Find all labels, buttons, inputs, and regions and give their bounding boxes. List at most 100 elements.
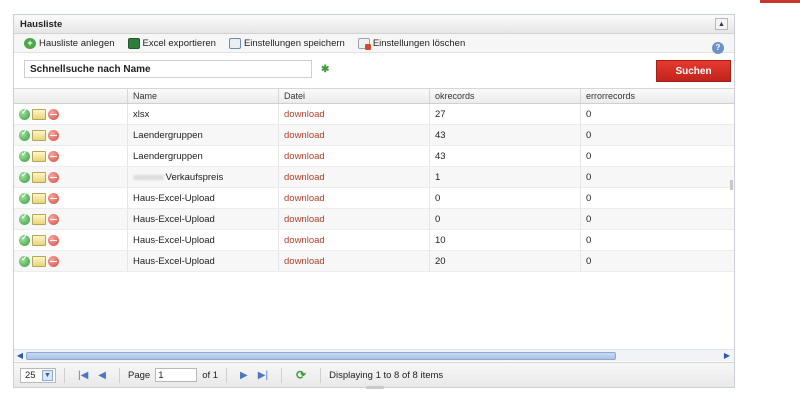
separator [281, 367, 283, 383]
table-row[interactable]: Haus-Excel-Upload download 10 0 [14, 230, 734, 251]
separator [226, 367, 228, 383]
edit-icon[interactable] [32, 234, 46, 246]
column-header-datei[interactable]: Datei [279, 89, 430, 103]
approve-icon[interactable] [19, 128, 30, 141]
approve-icon[interactable] [19, 107, 30, 120]
save-settings-button[interactable]: Einstellungen speichern [228, 37, 345, 49]
last-page-icon[interactable]: ▶| [258, 370, 268, 381]
delete-icon[interactable] [48, 129, 59, 141]
refresh-icon[interactable]: ⟳ [296, 368, 306, 382]
search-button[interactable]: Suchen [656, 60, 731, 82]
row-actions [14, 167, 128, 187]
separator [320, 367, 322, 383]
paging-toolbar: 25 ▼ |◀ ◀ Page of 1 ▶ ▶| ⟳ Displaying 1 … [14, 362, 734, 387]
separator [119, 367, 120, 383]
cell-errorrecords: 0 [586, 234, 592, 246]
collapse-icon[interactable]: ▲ [715, 18, 728, 30]
cell-okrecords: 43 [430, 125, 581, 145]
edit-icon[interactable] [32, 150, 46, 162]
chevron-down-icon[interactable]: ▼ [42, 369, 53, 381]
approve-icon[interactable] [19, 212, 30, 225]
table-row[interactable]: Haus-Excel-Upload download 0 0 [14, 209, 734, 230]
grid-header: Name Datei okrecords errorrecords [14, 88, 734, 104]
edit-icon[interactable] [32, 213, 46, 225]
search-input[interactable] [24, 60, 312, 78]
save-settings-icon [228, 37, 241, 49]
download-link[interactable]: download [279, 251, 430, 271]
edit-icon[interactable] [32, 129, 46, 141]
delete-icon[interactable] [48, 150, 59, 162]
table-row[interactable]: Haus-Excel-Upload download 0 0 [14, 188, 734, 209]
cell-okrecords: 20 [430, 251, 581, 271]
edit-icon[interactable] [32, 255, 46, 267]
cell-errorrecords: 0 [586, 213, 592, 225]
download-link[interactable]: download [279, 209, 430, 229]
previous-page-icon[interactable]: ◀ [98, 370, 106, 381]
cell-name: xxxxxxxx Verkaufspreis [128, 167, 279, 187]
download-link[interactable]: download [279, 125, 430, 145]
clear-search-icon[interactable]: ✱ [321, 64, 329, 75]
table-row[interactable]: xxxxxxxx Verkaufspreis download 1 0 [14, 167, 734, 188]
resize-handle[interactable] [366, 386, 384, 389]
column-header-okrecords[interactable]: okrecords [430, 89, 581, 103]
approve-icon[interactable] [19, 233, 30, 246]
delete-icon[interactable] [48, 108, 59, 120]
panel-title: Hausliste [20, 18, 63, 30]
approve-icon[interactable] [19, 170, 30, 183]
row-actions [14, 251, 128, 271]
edit-icon[interactable] [32, 108, 46, 120]
excel-export-button[interactable]: Excel exportieren [127, 37, 216, 49]
cell-name: xlsx [128, 104, 279, 124]
data-grid: Name Datei okrecords errorrecords xlsx d… [14, 88, 734, 272]
horizontal-scrollbar[interactable]: ◀ ▶ [14, 349, 734, 361]
edit-icon[interactable] [32, 192, 46, 204]
table-row[interactable]: Laendergruppen download 43 0 [14, 146, 734, 167]
download-link[interactable]: download [279, 104, 430, 124]
download-link[interactable]: download [279, 167, 430, 187]
approve-icon[interactable] [19, 149, 30, 162]
approve-icon[interactable] [19, 254, 30, 267]
cell-okrecords: 0 [430, 209, 581, 229]
top-accent-bar [760, 0, 800, 3]
delete-icon[interactable] [48, 171, 59, 183]
page-number-input[interactable] [155, 368, 198, 382]
delete-icon[interactable] [48, 234, 59, 246]
horizontal-scrollbar-thumb[interactable] [26, 352, 616, 360]
table-row[interactable]: Haus-Excel-Upload download 20 0 [14, 251, 734, 272]
delete-icon[interactable] [48, 192, 59, 204]
cell-errorrecords: 0 [586, 129, 592, 141]
cell-errorrecords: 0 [586, 171, 592, 183]
scroll-right-icon[interactable]: ▶ [722, 351, 732, 361]
column-header-name[interactable]: Name [128, 89, 279, 103]
row-actions [14, 209, 128, 229]
page-size-value: 25 [25, 369, 36, 381]
download-link[interactable]: download [279, 230, 430, 250]
add-hausliste-button[interactable]: + Hausliste anlegen [24, 37, 115, 49]
row-actions [14, 104, 128, 124]
cell-errorrecords: 0 [586, 150, 592, 162]
column-header-errorrecords[interactable]: errorrecords [581, 89, 734, 103]
column-header-actions [14, 89, 128, 103]
cell-okrecords: 27 [430, 104, 581, 124]
row-actions [14, 146, 128, 166]
add-hausliste-label: Hausliste anlegen [39, 37, 115, 49]
cell-name: Laendergruppen [128, 125, 279, 145]
table-row[interactable]: Laendergruppen download 43 0 [14, 125, 734, 146]
download-link[interactable]: download [279, 146, 430, 166]
delete-icon[interactable] [48, 255, 59, 267]
next-page-icon[interactable]: ▶ [240, 370, 248, 381]
cell-name: Laendergruppen [128, 146, 279, 166]
first-page-icon[interactable]: |◀ [78, 370, 88, 381]
download-link[interactable]: download [279, 188, 430, 208]
display-info: Displaying 1 to 8 of 8 items [329, 369, 444, 381]
table-row[interactable]: xlsx download 27 0 [14, 104, 734, 125]
approve-icon[interactable] [19, 191, 30, 204]
delete-icon[interactable] [48, 213, 59, 225]
scroll-left-icon[interactable]: ◀ [15, 351, 25, 361]
page-size-select[interactable]: 25 ▼ [20, 367, 56, 383]
vertical-scrollbar-thumb[interactable] [730, 180, 733, 190]
delete-settings-button[interactable]: Einstellungen löschen [357, 37, 465, 50]
toolbar: + Hausliste anlegen Excel exportieren Ei… [14, 34, 734, 53]
hausliste-panel: Hausliste ▲ + Hausliste anlegen Excel ex… [13, 14, 735, 388]
edit-icon[interactable] [32, 171, 46, 183]
